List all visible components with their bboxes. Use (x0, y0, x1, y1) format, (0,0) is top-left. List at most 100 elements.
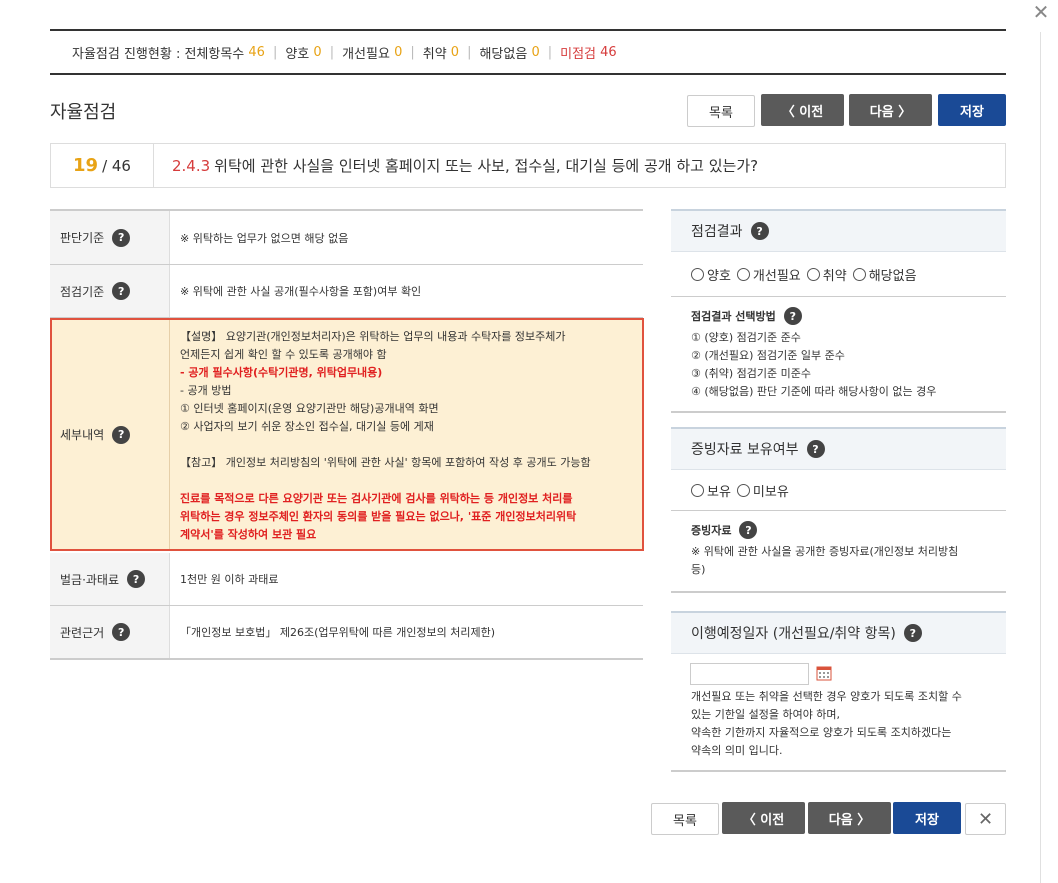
next-button-bottom[interactable]: 다음 〉 (808, 802, 891, 834)
prev-button-top[interactable]: 〈 이전 (761, 94, 844, 126)
good-count: 0 (313, 44, 322, 60)
evidence-sub-title-row: 증빙자료? (671, 521, 1006, 539)
check-value: ※ 위탁에 관한 사실 공개(필수사항을 포함)여부 확인 (180, 285, 422, 298)
evidence-line: ※ 위탁에 관한 사실을 공개한 증빙자료(개인정보 처리방침 (691, 545, 959, 558)
radio-circle-icon[interactable] (691, 483, 704, 497)
evidence-title: 증빙자료 보유여부 (691, 442, 799, 458)
na-label: 해당없음 (479, 46, 528, 62)
radio-weak[interactable]: 취약 (806, 265, 847, 284)
detail-row: 세부내역? 【설명】 요양기관(개인정보처리자)은 위탁하는 업무의 내용과 수… (50, 318, 644, 551)
evidence-section: 증빙자료 보유여부? 보유 미보유 증빙자료? ※ 위탁에 관한 사실을 공개한… (671, 427, 1006, 593)
result-title: 점검결과 (691, 224, 743, 240)
radio-label: 해당없음 (868, 268, 917, 284)
help-icon[interactable]: ? (127, 570, 146, 588)
method-item: ③ (취약) 점검기준 미준수 (691, 367, 812, 380)
radio-good[interactable]: 양호 (691, 265, 731, 284)
next-button-top[interactable]: 다음 〉 (849, 94, 932, 126)
list-button-bottom[interactable]: 목록 (651, 803, 719, 835)
detail-line-warning: 진료를 목적으로 다른 요양기관 또는 검사기관에 검사를 위탁하는 등 개인정… (180, 492, 573, 505)
penalty-label: 벌금·과태료 (60, 572, 120, 587)
info-table: 판단기준? ※ 위탁하는 업무가 없으면 해당 없음 점검기준? ※ 위탁에 관… (50, 209, 643, 318)
detail-line: ② 사업자의 보기 쉬운 장소인 접수실, 대기실 등에 게재 (180, 420, 434, 433)
schedule-note: 개선필요 또는 취약을 선택한 경우 양호가 되도록 조치할 수 있는 기한일 … (671, 688, 1006, 772)
method-item: ① (양호) 점검기준 준수 (691, 331, 801, 344)
help-icon[interactable]: ? (783, 307, 802, 325)
help-icon[interactable]: ? (112, 228, 131, 247)
detail-line-warning: 위탁하는 경우 정보주체인 환자의 동의를 받을 필요는 없으나, '표준 개인… (180, 510, 577, 523)
calendar-icon[interactable] (816, 665, 832, 681)
schedule-title: 이행예정일자 (개선필요/취약 항목) (691, 626, 896, 642)
result-section: 점검결과? 양호 개선필요 취약 해당없음 점검결과 선택방법? ① (양호) … (671, 209, 1006, 413)
schedule-note-line: 약속의 의미 입니다. (691, 744, 783, 757)
detail-line: 【설명】 요양기관(개인정보처리자)은 위탁하는 업무의 내용과 수탁자를 정보… (180, 330, 566, 343)
evidence-options: 보유 미보유 (671, 470, 1006, 511)
method-list: ① (양호) 점검기준 준수 ② (개선필요) 점검기준 일부 준수 ③ (취약… (671, 329, 1006, 413)
detail-line-note: 【참고】 개인정보 처리방침의 '위탁에 관한 사실' 항목에 포함하여 작성 … (180, 456, 591, 469)
prev-button-bottom[interactable]: 〈 이전 (722, 802, 805, 834)
question-number: 19 / 46 (51, 144, 154, 187)
basis-row: 관련근거? 「개인정보 보호법」 제26조(업무위탁에 따른 개인정보의 처리제… (50, 606, 643, 660)
list-button-top[interactable]: 목록 (687, 95, 755, 127)
close-icon[interactable]: ✕ (1030, 2, 1052, 24)
question-total: / 46 (102, 156, 131, 175)
help-icon[interactable]: ? (903, 624, 922, 642)
help-icon[interactable]: ? (112, 282, 131, 300)
criteria-row: 판단기준? ※ 위탁하는 업무가 없으면 해당 없음 (50, 211, 643, 265)
save-button-bottom[interactable]: 저장 (893, 802, 961, 834)
radio-improve[interactable]: 개선필요 (736, 265, 801, 284)
radio-label: 보유 (707, 484, 731, 500)
detail-label: 세부내역 (60, 428, 105, 442)
question-body: 위탁에 관한 사실을 인터넷 홈페이지 또는 사보, 접수실, 대기실 등에 공… (214, 157, 759, 175)
criteria-label: 판단기준 (60, 231, 105, 245)
scrollbar-track (1040, 32, 1041, 883)
question-code: 2.4.3 (172, 157, 211, 175)
good-label: 양호 (285, 46, 310, 62)
help-icon[interactable]: ? (112, 425, 131, 444)
method-item: ④ (해당없음) 판단 기준에 따라 해당사항이 없는 경우 (691, 385, 937, 398)
save-button-top[interactable]: 저장 (938, 94, 1006, 126)
check-label: 점검기준 (60, 284, 105, 299)
schedule-section: 이행예정일자 (개선필요/취약 항목)? (671, 611, 1006, 654)
penalty-row: 벌금·과태료? 1천만 원 이하 과태료 (50, 553, 643, 606)
question-current: 19 (73, 155, 99, 176)
radio-na[interactable]: 해당없음 (852, 265, 917, 284)
help-icon[interactable]: ? (806, 440, 825, 458)
detail-line: - 공개 방법 (180, 384, 232, 397)
progress-summary: 자율점검 진행현황 : 전체항목수 46 | 양호 0 | 개선필요 0 | 취… (50, 29, 1006, 75)
evidence-line: 등) (691, 563, 706, 576)
progress-label: 자율점검 진행현황 : 전체항목수 (72, 46, 245, 62)
radio-circle-icon[interactable] (736, 483, 750, 497)
method-title: 점검결과 선택방법 (691, 310, 776, 323)
detail-line: ① 인터넷 홈페이지(운영 요양기관만 해당)공개내역 화면 (180, 402, 439, 415)
radio-circle-icon[interactable] (736, 267, 750, 281)
radio-label: 개선필요 (752, 268, 801, 284)
radio-circle-icon[interactable] (806, 267, 820, 281)
radio-label: 미보유 (752, 484, 789, 500)
penalty-value: 1천만 원 이하 과태료 (180, 573, 279, 586)
radio-have[interactable]: 보유 (691, 481, 731, 500)
na-count: 0 (531, 44, 540, 60)
close-button-bottom[interactable]: ✕ (965, 803, 1006, 835)
question-text: 2.4.3 위탁에 관한 사실을 인터넷 홈페이지 또는 사보, 접수실, 대기실… (154, 155, 758, 176)
radio-label: 취약 (822, 268, 847, 284)
unchecked-count: 46 (600, 44, 617, 60)
page-title: 자율점검 (50, 102, 117, 123)
detail-line-warning: 계약서'를 작성하여 보관 필요 (180, 528, 317, 541)
evidence-description: ※ 위탁에 관한 사실을 공개한 증빙자료(개인정보 처리방침 등) (671, 543, 1006, 593)
radio-circle-icon[interactable] (852, 267, 866, 281)
help-icon[interactable]: ? (750, 222, 769, 240)
schedule-note-line: 개선필요 또는 취약을 선택한 경우 양호가 되도록 조치할 수 (691, 690, 962, 703)
help-icon[interactable]: ? (112, 623, 131, 641)
detail-content: 【설명】 요양기관(개인정보처리자)은 위탁하는 업무의 내용과 수탁자를 정보… (170, 320, 591, 549)
result-options: 양호 개선필요 취약 해당없음 (671, 252, 1006, 297)
criteria-value: ※ 위탁하는 업무가 없으면 해당 없음 (180, 231, 349, 245)
radio-not-have[interactable]: 미보유 (736, 481, 789, 500)
evidence-sub-title: 증빙자료 (691, 524, 732, 537)
improve-count: 0 (394, 44, 403, 60)
help-icon[interactable]: ? (739, 521, 758, 539)
total-count: 46 (248, 44, 265, 60)
due-date-input[interactable] (690, 663, 809, 685)
basis-value: 「개인정보 보호법」 제26조(업무위탁에 따른 개인정보의 처리제한) (180, 626, 496, 639)
radio-circle-icon[interactable] (691, 267, 704, 281)
radio-label: 양호 (707, 268, 731, 284)
